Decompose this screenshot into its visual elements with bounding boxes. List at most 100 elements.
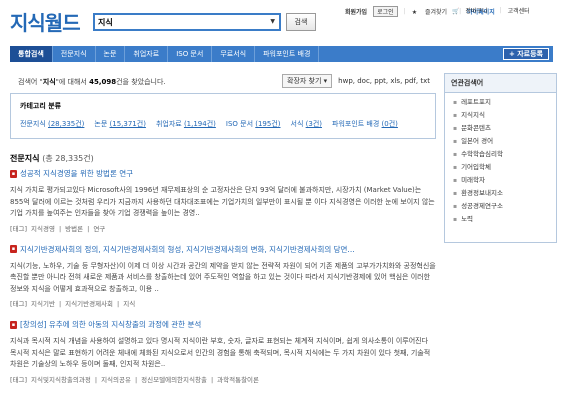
- category-label: 파워포인트 배경: [332, 120, 380, 128]
- result-title-text[interactable]: 성공적 지식경영을 위한 방법론 연구: [20, 168, 133, 179]
- cart-icon: 🛒: [452, 8, 460, 15]
- dropdown-caret-icon[interactable]: ▼: [270, 18, 275, 25]
- category-box: 카테고리 분류 전문지식 (28,335건) 논문 (15,371건) 취업자료…: [10, 93, 436, 139]
- tag-separator: |: [94, 375, 98, 384]
- signup-link[interactable]: 회원가입: [345, 7, 367, 16]
- related-keywords-panel: 연관검색어 레포트포지 지식지식 문화콘텐츠 일본어 경어 수학학습심리학 기어…: [444, 73, 557, 243]
- tag-separator: |: [210, 375, 214, 384]
- divider: |: [403, 8, 406, 15]
- tag[interactable]: 지식의공유: [101, 376, 131, 384]
- category-label: 서식: [290, 120, 304, 128]
- related-keyword[interactable]: 일본어 경어: [453, 135, 548, 148]
- document-icon: ▪: [10, 320, 17, 329]
- tag[interactable]: 지식기반: [31, 300, 55, 308]
- tag-separator: |: [58, 224, 62, 233]
- category-count: (15,371건): [109, 120, 146, 128]
- tab-free-forms[interactable]: 무료서식: [212, 46, 256, 62]
- bookmark-label: 즐겨찾기: [425, 9, 448, 16]
- search-input[interactable]: [95, 15, 265, 29]
- related-keyword[interactable]: 노력: [453, 213, 548, 226]
- related-keyword[interactable]: 성공경제연구소: [453, 200, 548, 213]
- category-item[interactable]: 취업자료 (1,194건): [156, 119, 216, 129]
- tab-job-materials[interactable]: 취업자료: [125, 46, 169, 62]
- result-tags: [태그] 지식및지식창출의과정 | 지식의공유 | 정신모델에의한지식창출 | 과학적통찰이론: [10, 374, 436, 384]
- extension-finder-button[interactable]: 확장자 찾기 ▾: [282, 74, 333, 88]
- result-list: ▪ 성공적 지식경영을 위한 방법론 연구 지식 가치로 평가되고있다 Micr…: [10, 168, 436, 395]
- category-item[interactable]: 전문지식 (28,335건): [20, 119, 84, 129]
- result-description: 지식과 목시적 지식 개념을 사용하여 설명하고 있다 명시적 지식이란 부호,…: [10, 337, 431, 368]
- category-item[interactable]: ISO 문서 (195건): [226, 119, 281, 129]
- tag-separator: |: [58, 300, 62, 308]
- related-keyword[interactable]: 지식지식: [453, 109, 548, 122]
- login-button[interactable]: 로그인: [373, 6, 398, 17]
- result-tags: [태그] 지식경영 | 방법론 | 연구: [10, 223, 436, 233]
- category-count: (28,335건): [48, 120, 85, 128]
- result-item: ▪ 지식기반경제사회의 정의, 지식기반경제사회의 형성, 지식기반경제사회의 …: [10, 244, 436, 308]
- summary-suffix: 건을 찾았습니다.: [116, 78, 166, 86]
- tab-iso-docs[interactable]: ISO 문서: [168, 46, 213, 62]
- divider: |: [499, 7, 502, 14]
- summary-query: 지식: [42, 78, 56, 86]
- result-title[interactable]: ▪ 지식기반경제사회의 정의, 지식기반경제사회의 형성, 지식기반경제사회의 …: [10, 244, 436, 255]
- main-nav: 통합검색 전문지식 논문 취업자료 ISO 문서 무료서식 파워포인트 배경 +…: [10, 46, 553, 62]
- related-keyword[interactable]: 미래학자: [453, 174, 548, 187]
- tag-separator: |: [87, 224, 90, 233]
- category-title: 카테고리 분류: [20, 102, 62, 110]
- document-icon: ▪: [10, 169, 17, 178]
- tab-expert-knowledge[interactable]: 전문지식: [53, 46, 96, 62]
- related-keyword[interactable]: 기어입학체: [453, 161, 548, 174]
- section-count: (총 28,335건): [42, 154, 94, 163]
- summary-count: 45,098: [89, 78, 117, 86]
- document-icon: ▪: [10, 245, 17, 253]
- category-item[interactable]: 논문 (15,371건): [94, 119, 146, 129]
- result-title-text[interactable]: [창의성] 유추에 의한 아동의 지식창출의 과정에 관한 분석: [20, 319, 201, 330]
- related-keyword[interactable]: 환경정보내지소: [453, 187, 548, 200]
- section-title-label: 전문지식: [10, 154, 40, 163]
- tag[interactable]: 지식기반경제사회: [65, 300, 113, 308]
- tag[interactable]: 지식: [123, 300, 135, 308]
- tag-label: [태그]: [10, 300, 28, 308]
- tag[interactable]: 연구: [93, 225, 105, 233]
- tab-papers[interactable]: 논문: [96, 46, 126, 62]
- tab-integrated-search[interactable]: 통합검색: [10, 46, 53, 62]
- site-logo[interactable]: 지식월드: [10, 7, 81, 36]
- category-count: (0건): [381, 120, 398, 128]
- result-tags: [태그] 지식기반 | 지식기반경제사회 | 지식: [10, 298, 436, 308]
- related-keyword[interactable]: 수학학습심리학: [453, 148, 548, 161]
- result-title[interactable]: ▪ [창의성] 유추에 의한 아동의 지식창출의 과정에 관한 분석: [10, 319, 436, 330]
- category-item[interactable]: 서식 (3건): [291, 119, 322, 129]
- related-title: 연관검색어: [445, 74, 556, 93]
- customer-center-link[interactable]: 고객센터: [508, 6, 530, 15]
- top-links-right: 🛒 장바구니 | 고객센터: [452, 6, 536, 15]
- search-button[interactable]: 검색: [286, 13, 316, 31]
- search-tools: 확장자 찾기 ▾ hwp, doc, ppt, xls, pdf, txt: [282, 74, 430, 88]
- cart-link[interactable]: 🛒 장바구니: [452, 6, 494, 15]
- extension-list: hwp, doc, ppt, xls, pdf, txt: [338, 77, 430, 85]
- tag[interactable]: 지식경영: [31, 225, 55, 233]
- category-count: (195건): [255, 120, 281, 128]
- related-keyword[interactable]: 레포트포지: [453, 96, 548, 109]
- result-title-text[interactable]: 지식기반경제사회의 정의, 지식기반경제사회의 형성, 지식기반경제사회의 변화…: [20, 244, 355, 255]
- result-title[interactable]: ▪ 성공적 지식경영을 위한 방법론 연구: [10, 168, 436, 179]
- tab-ppt-backgrounds[interactable]: 파워포인트 배경: [255, 46, 320, 62]
- tag-separator: |: [134, 375, 138, 384]
- result-description: 지식 가치로 평가되고있다 Microsoft사의 1996년 재무제표상의 순…: [10, 186, 435, 217]
- tag[interactable]: 정신모델에의한지식창출: [141, 376, 207, 384]
- register-material-button[interactable]: + 자료등록: [502, 48, 549, 60]
- tag[interactable]: 지식및지식창출의과정: [31, 376, 91, 384]
- category-item[interactable]: 파워포인트 배경 (0건): [332, 119, 398, 129]
- category-label: 취업자료: [155, 120, 182, 128]
- tag[interactable]: 방법론: [65, 225, 83, 233]
- category-label: 논문: [94, 120, 108, 128]
- cart-label: 장바구니: [465, 8, 488, 15]
- category-label: ISO 문서: [225, 120, 254, 128]
- result-description: 지식(기능, 노하우, 기술 등 무형자산)이 이제 더 이상 시간과 공간의 …: [10, 261, 436, 293]
- category-list: 전문지식 (28,335건) 논문 (15,371건) 취업자료 (1,194건…: [20, 119, 426, 129]
- related-keyword[interactable]: 문화콘텐츠: [453, 122, 548, 135]
- bookmark-link[interactable]: ★ 즐겨찾기: [412, 7, 453, 16]
- summary-middle: "에 대해서: [55, 78, 90, 86]
- tag[interactable]: 과학적통찰이론: [217, 376, 259, 384]
- tag-label: [태그]: [10, 375, 28, 384]
- star-icon: ★: [411, 9, 418, 16]
- search-box[interactable]: ▼: [93, 13, 281, 31]
